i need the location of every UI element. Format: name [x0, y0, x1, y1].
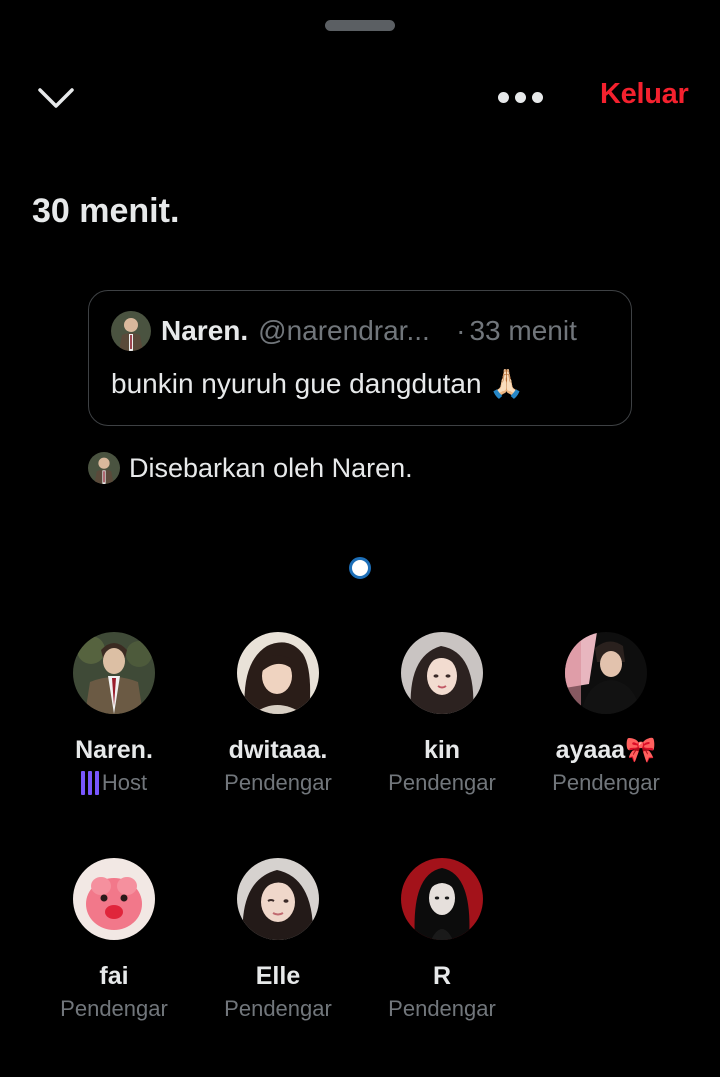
avatar — [401, 858, 483, 940]
more-horizontal-icon — [497, 91, 509, 103]
participant-kin[interactable]: kin Pendengar — [360, 632, 524, 796]
shared-by-row: Disebarkan oleh Naren. — [88, 452, 413, 484]
avatar — [73, 632, 155, 714]
participant-role: Pendengar — [60, 996, 168, 1021]
separator: · — [456, 315, 466, 346]
participant-name: Elle — [255, 962, 301, 990]
avatar — [237, 858, 319, 940]
participant-name: Naren. — [75, 736, 153, 764]
avatar — [401, 632, 483, 714]
participant-ayaaa[interactable]: ayaaa🎀 Pendengar — [524, 632, 688, 796]
participant-r[interactable]: R Pendengar — [360, 858, 524, 1022]
participant-role: Pendengar — [224, 770, 332, 795]
participant-role: Pendengar — [224, 996, 332, 1021]
participant-fai[interactable]: fai Pendengar — [32, 858, 196, 1022]
avatar — [111, 311, 151, 351]
avatar — [73, 858, 155, 940]
avatar — [88, 452, 120, 484]
post-author-name: Naren. — [161, 315, 249, 346]
pinned-post-header: Naren. @narendrar... · 33 menit — [111, 311, 577, 351]
post-author-handle: @narendrar... — [258, 315, 430, 346]
speaker-bars-icon — [80, 771, 99, 795]
sheet-grabber-handle[interactable] — [325, 20, 395, 31]
participant-dwitaaa[interactable]: dwitaaa. Pendengar — [196, 632, 360, 796]
participant-elle[interactable]: Elle Pendengar — [196, 858, 360, 1022]
collapse-button[interactable] — [34, 80, 78, 116]
role-label: Host — [101, 770, 148, 795]
space-duration: 30 menit. — [32, 192, 180, 230]
avatar — [237, 632, 319, 714]
pinned-post-card[interactable]: Naren. @narendrar... · 33 menit bunkin n… — [88, 290, 632, 426]
participant-name: fai — [99, 962, 129, 990]
chevron-down-icon — [38, 88, 74, 108]
participant-role: Pendengar — [388, 996, 496, 1021]
participant-name: R — [432, 962, 452, 990]
participant-naren[interactable]: Naren. Host — [32, 632, 196, 796]
shared-by-text: Disebarkan oleh Naren. — [129, 452, 413, 483]
page-indicator-dot — [349, 557, 371, 579]
participant-name: dwitaaa. — [228, 736, 328, 764]
post-timestamp: 33 menit — [469, 315, 577, 346]
participant-role: Host — [80, 770, 148, 796]
participant-name: ayaaa🎀 — [555, 736, 657, 764]
leave-button[interactable]: Keluar — [600, 78, 689, 111]
avatar — [565, 632, 647, 714]
participant-role: Pendengar — [388, 770, 496, 795]
post-text: bunkin nyuruh gue dangdutan 🙏🏻 — [111, 368, 525, 399]
more-options-button[interactable] — [494, 80, 546, 114]
participant-role: Pendengar — [552, 770, 660, 795]
participant-name: kin — [423, 736, 461, 764]
